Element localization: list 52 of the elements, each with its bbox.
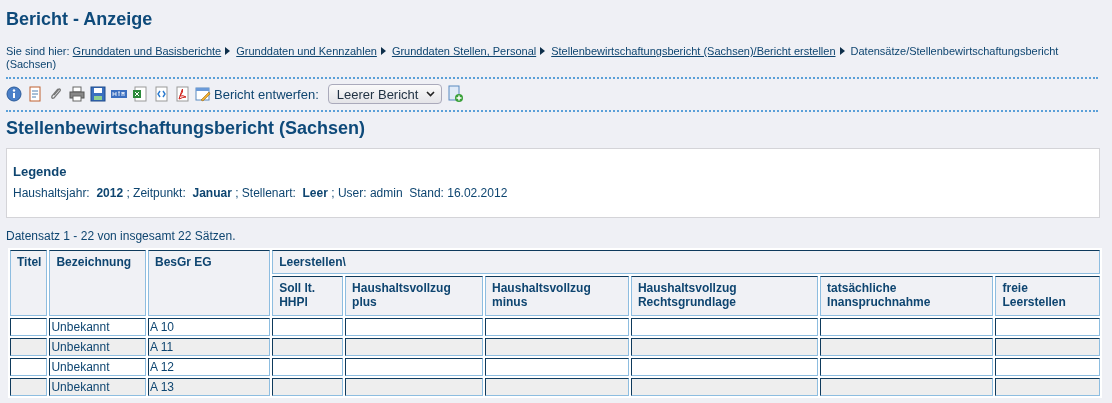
breadcrumb-link[interactable]: Grunddaten Stellen, Personal (391, 45, 537, 57)
column-header: Haushaltsvollzug plus (345, 276, 484, 316)
report-select[interactable]: Leerer Bericht (327, 84, 443, 104)
edit-icon[interactable] (195, 86, 211, 102)
caret-icon (380, 47, 386, 55)
table-cell (10, 378, 48, 396)
breadcrumb-link[interactable]: Grunddaten und Basisberichte (72, 45, 222, 57)
caret-icon (225, 47, 231, 55)
report-title: Stellenbewirtschaftungsbericht (Sachsen) (6, 117, 367, 139)
record-count: Datensatz 1 - 22 von insgesamt 22 Sätzen. (6, 229, 237, 244)
column-header: Titel (10, 250, 48, 316)
breadcrumb-link[interactable]: Stellenbewirtschaftungsbericht (Sachsen)/Bericht erstellen (551, 45, 836, 57)
table-cell: A 10 (148, 318, 271, 336)
column-header: tatsächliche Inanspruchnahme (820, 276, 994, 316)
printer-icon[interactable] (69, 86, 85, 102)
table-cell (272, 318, 344, 336)
column-header: Bezeichnung (49, 250, 146, 316)
pdf-icon[interactable] (174, 86, 190, 102)
table-cell: A 13 (148, 378, 271, 396)
table-cell: A 11 (148, 338, 271, 356)
table-cell (272, 358, 344, 376)
caret-icon (839, 47, 845, 55)
breadcrumb-current: (Sachsen) (6, 58, 57, 70)
table-cell (272, 378, 344, 396)
paperclip-icon[interactable] (48, 86, 64, 102)
design-label: Bericht entwerfen: (214, 86, 319, 102)
column-header: Soll lt. HHPl (272, 276, 344, 316)
breadcrumb-current: Datensätze/Stellenbewirtschaftungsbericht (850, 45, 1059, 57)
column-header: Haushaltsvollzug Rechtsgrundlage (630, 276, 819, 316)
page-title: Bericht - Anzeige (6, 8, 154, 30)
table-cell: Unbekannt (49, 378, 146, 396)
legend-text: Haushaltsjahr: 2012 ; Zeitpunkt: Januar ; Stellenart: Leer ; User: admin Stand: 16.02.2012 (13, 185, 509, 201)
column-header: BesGr EG (148, 250, 271, 316)
column-header: freie Leerstellen (995, 276, 1100, 316)
legend-title: Legende (13, 164, 68, 180)
breadcrumb-label: Sie sind hier: (6, 45, 70, 57)
caret-icon (540, 47, 546, 55)
group-header: Leerstellen\ (272, 250, 1100, 274)
table-cell: Unbekannt (49, 318, 146, 336)
table-cell: Unbekannt (49, 358, 146, 376)
new-document-icon[interactable] (447, 85, 464, 103)
column-header: Haushaltsvollzug minus (485, 276, 629, 316)
table-cell (272, 338, 344, 356)
breadcrumb-link[interactable]: Grunddaten und Kennzahlen (236, 45, 377, 57)
chevron-icon (426, 91, 436, 97)
table-cell: A 12 (148, 358, 271, 376)
save-icon[interactable] (90, 86, 106, 102)
code-icon[interactable] (153, 86, 169, 102)
info-icon[interactable] (6, 86, 22, 102)
table-cell (10, 338, 48, 356)
spreadsheet-icon[interactable] (132, 86, 148, 102)
table-cell: Unbekannt (49, 338, 146, 356)
